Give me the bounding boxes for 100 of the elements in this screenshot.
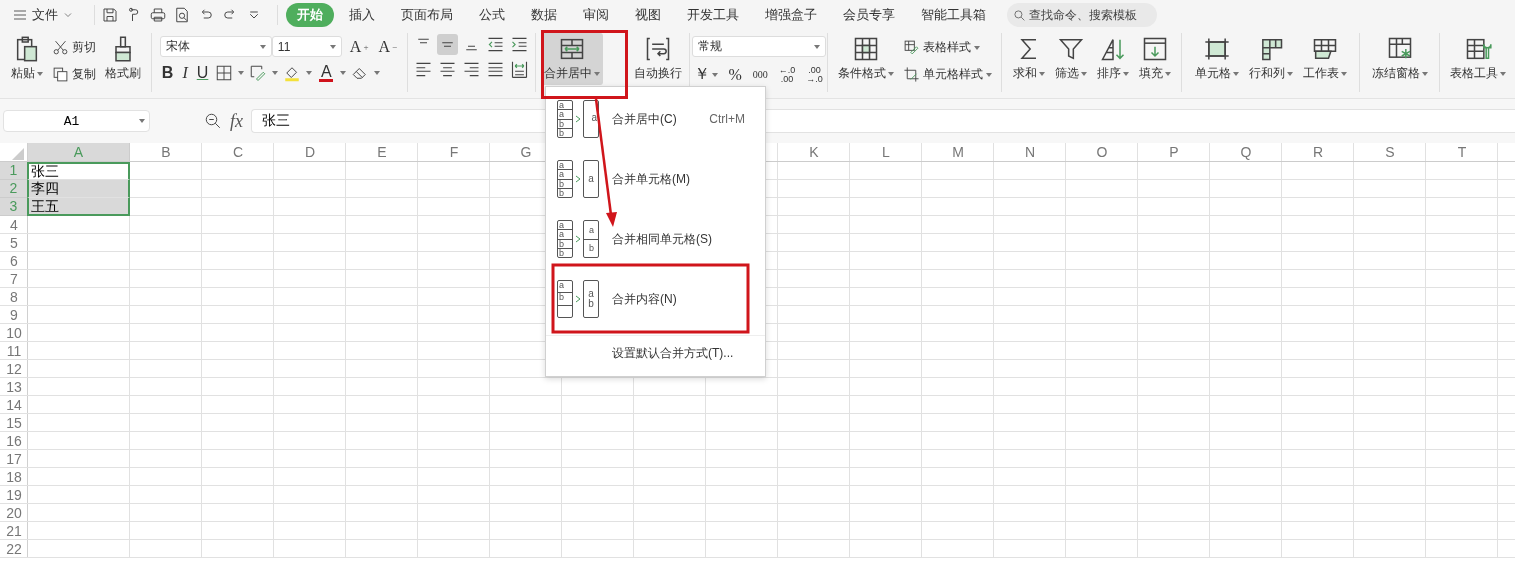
- ribbon-tab[interactable]: 增强盒子: [754, 3, 828, 27]
- row-header[interactable]: 8: [10, 288, 18, 306]
- column-header[interactable]: B: [161, 144, 171, 161]
- column-header[interactable]: T: [1457, 144, 1467, 161]
- fill-button[interactable]: 填充: [1135, 33, 1174, 85]
- menu-item[interactable]: 合并居中(C): [612, 110, 710, 128]
- freeze-panes-button[interactable]: 冻结窗格: [1368, 33, 1431, 85]
- filter-button[interactable]: 筛选: [1051, 33, 1090, 85]
- row-header[interactable]: 18: [6, 468, 22, 486]
- row-header[interactable]: 11: [6, 342, 22, 360]
- row-header[interactable]: 4: [10, 216, 18, 234]
- thousands-separator-button[interactable]: 000: [750, 69, 770, 80]
- fill-pattern-icon[interactable]: [249, 64, 268, 82]
- column-header[interactable]: O: [1096, 144, 1108, 161]
- row-header[interactable]: 20: [6, 504, 22, 522]
- currency-button[interactable]: ￥: [691, 64, 720, 85]
- ribbon-tab[interactable]: 会员专享: [832, 3, 906, 27]
- row-header[interactable]: 17: [6, 450, 22, 468]
- column-header[interactable]: F: [449, 144, 459, 161]
- column-header[interactable]: M: [952, 144, 964, 161]
- distributed-icon[interactable]: [509, 59, 530, 80]
- row-header[interactable]: 15: [6, 414, 22, 432]
- print-icon[interactable]: [149, 6, 167, 24]
- ribbon-tab[interactable]: 智能工具箱: [910, 3, 997, 27]
- ribbon-tab[interactable]: 开发工具: [676, 3, 750, 27]
- table-tools-button[interactable]: 表格工具: [1446, 33, 1509, 85]
- cell-button[interactable]: 单元格: [1191, 33, 1242, 85]
- sum-button[interactable]: 求和: [1009, 33, 1048, 85]
- row-header[interactable]: 12: [6, 360, 22, 378]
- ribbon-tab[interactable]: 审阅: [572, 3, 620, 27]
- menu-item[interactable]: 合并单元格(M): [612, 170, 765, 188]
- fill-color-icon[interactable]: [283, 64, 302, 82]
- ribbon-tab[interactable]: 页面布局: [390, 3, 464, 27]
- font-size-field[interactable]: 11: [271, 36, 342, 57]
- row-header[interactable]: 10: [6, 324, 22, 342]
- row-header[interactable]: 16: [6, 432, 22, 450]
- decrease-font-size-button[interactable]: A−: [376, 37, 400, 56]
- menu-icon: [12, 7, 28, 23]
- row-header[interactable]: 13: [6, 378, 22, 396]
- column-header[interactable]: L: [882, 144, 890, 161]
- search-field[interactable]: 查找命令、搜索模板: [1007, 3, 1157, 27]
- ribbon-tab[interactable]: 插入: [338, 3, 386, 27]
- menu-item[interactable]: 合并内容(N): [612, 290, 765, 308]
- worksheet-button[interactable]: 工作表: [1299, 33, 1350, 85]
- column-header[interactable]: D: [304, 144, 316, 161]
- font-color-button[interactable]: A: [317, 64, 336, 82]
- bold-button[interactable]: B: [159, 64, 176, 82]
- number-format-field[interactable]: 常规: [691, 36, 826, 57]
- column-header[interactable]: S: [1385, 144, 1395, 161]
- paste-button[interactable]: 粘贴: [7, 33, 46, 85]
- cell-style-button[interactable]: 单元格样式: [901, 64, 994, 85]
- column-header[interactable]: R: [1312, 144, 1324, 161]
- menu-item[interactable]: 合并相同单元格(S): [612, 230, 765, 248]
- ribbon-tab[interactable]: 视图: [624, 3, 672, 27]
- format-painter-button[interactable]: 格式刷: [101, 33, 144, 85]
- decrease-decimal-button[interactable]: .00 →.0: [804, 65, 825, 84]
- borders-icon[interactable]: [215, 64, 234, 82]
- fx-label[interactable]: fx: [230, 110, 243, 132]
- copy-button[interactable]: 复制: [49, 64, 98, 85]
- name-box[interactable]: A1: [3, 110, 150, 132]
- row-header[interactable]: 6: [10, 252, 18, 270]
- column-header[interactable]: C: [232, 144, 244, 161]
- font-name-field[interactable]: 宋体: [159, 36, 272, 57]
- increase-decimal-button[interactable]: ←.0 .00: [776, 65, 798, 84]
- rows-columns-button[interactable]: 行和列: [1245, 33, 1296, 85]
- file-menu-button[interactable]: 文件: [8, 6, 78, 24]
- save-icon[interactable]: [101, 6, 119, 24]
- search-icon: [1013, 7, 1026, 23]
- merge-center-button[interactable]: 合并居中: [541, 33, 603, 85]
- wrap-text-button[interactable]: 自动换行: [631, 33, 685, 85]
- underline-button[interactable]: U: [194, 64, 211, 82]
- column-header[interactable]: G: [520, 144, 532, 161]
- column-header[interactable]: P: [1169, 144, 1179, 161]
- ribbon-tab[interactable]: 数据: [520, 3, 568, 27]
- print-preview-icon[interactable]: [173, 6, 191, 24]
- percent-button[interactable]: %: [726, 65, 744, 84]
- row-header[interactable]: 19: [6, 486, 22, 504]
- row-header[interactable]: 9: [10, 306, 18, 324]
- menu-item[interactable]: 设置默认合并方式(T)...: [612, 344, 734, 362]
- caret-icon: [974, 45, 980, 50]
- row-header[interactable]: 7: [10, 270, 18, 288]
- column-header[interactable]: E: [377, 144, 387, 161]
- column-header[interactable]: K: [809, 144, 819, 161]
- row-header[interactable]: 21: [6, 522, 22, 540]
- column-header[interactable]: Q: [1240, 144, 1252, 161]
- cut-button[interactable]: 剪切: [49, 37, 98, 58]
- zoom-out-icon[interactable]: [204, 112, 222, 130]
- sort-button[interactable]: 排序: [1093, 33, 1132, 85]
- row-header[interactable]: 5: [10, 234, 18, 252]
- copy-icon: [51, 66, 69, 83]
- column-header[interactable]: N: [1024, 144, 1036, 161]
- table-style-button[interactable]: 表格样式: [901, 37, 994, 58]
- row-header[interactable]: 22: [6, 540, 22, 558]
- conditional-format-button[interactable]: 条件格式: [835, 33, 897, 85]
- increase-font-size-button[interactable]: A+: [347, 37, 371, 56]
- italic-button[interactable]: I: [180, 64, 190, 82]
- row-header[interactable]: 14: [6, 396, 22, 414]
- align-middle-icon[interactable]: [437, 34, 458, 55]
- ribbon-tab[interactable]: 公式: [468, 3, 516, 27]
- cell-style-icon: [903, 66, 920, 83]
